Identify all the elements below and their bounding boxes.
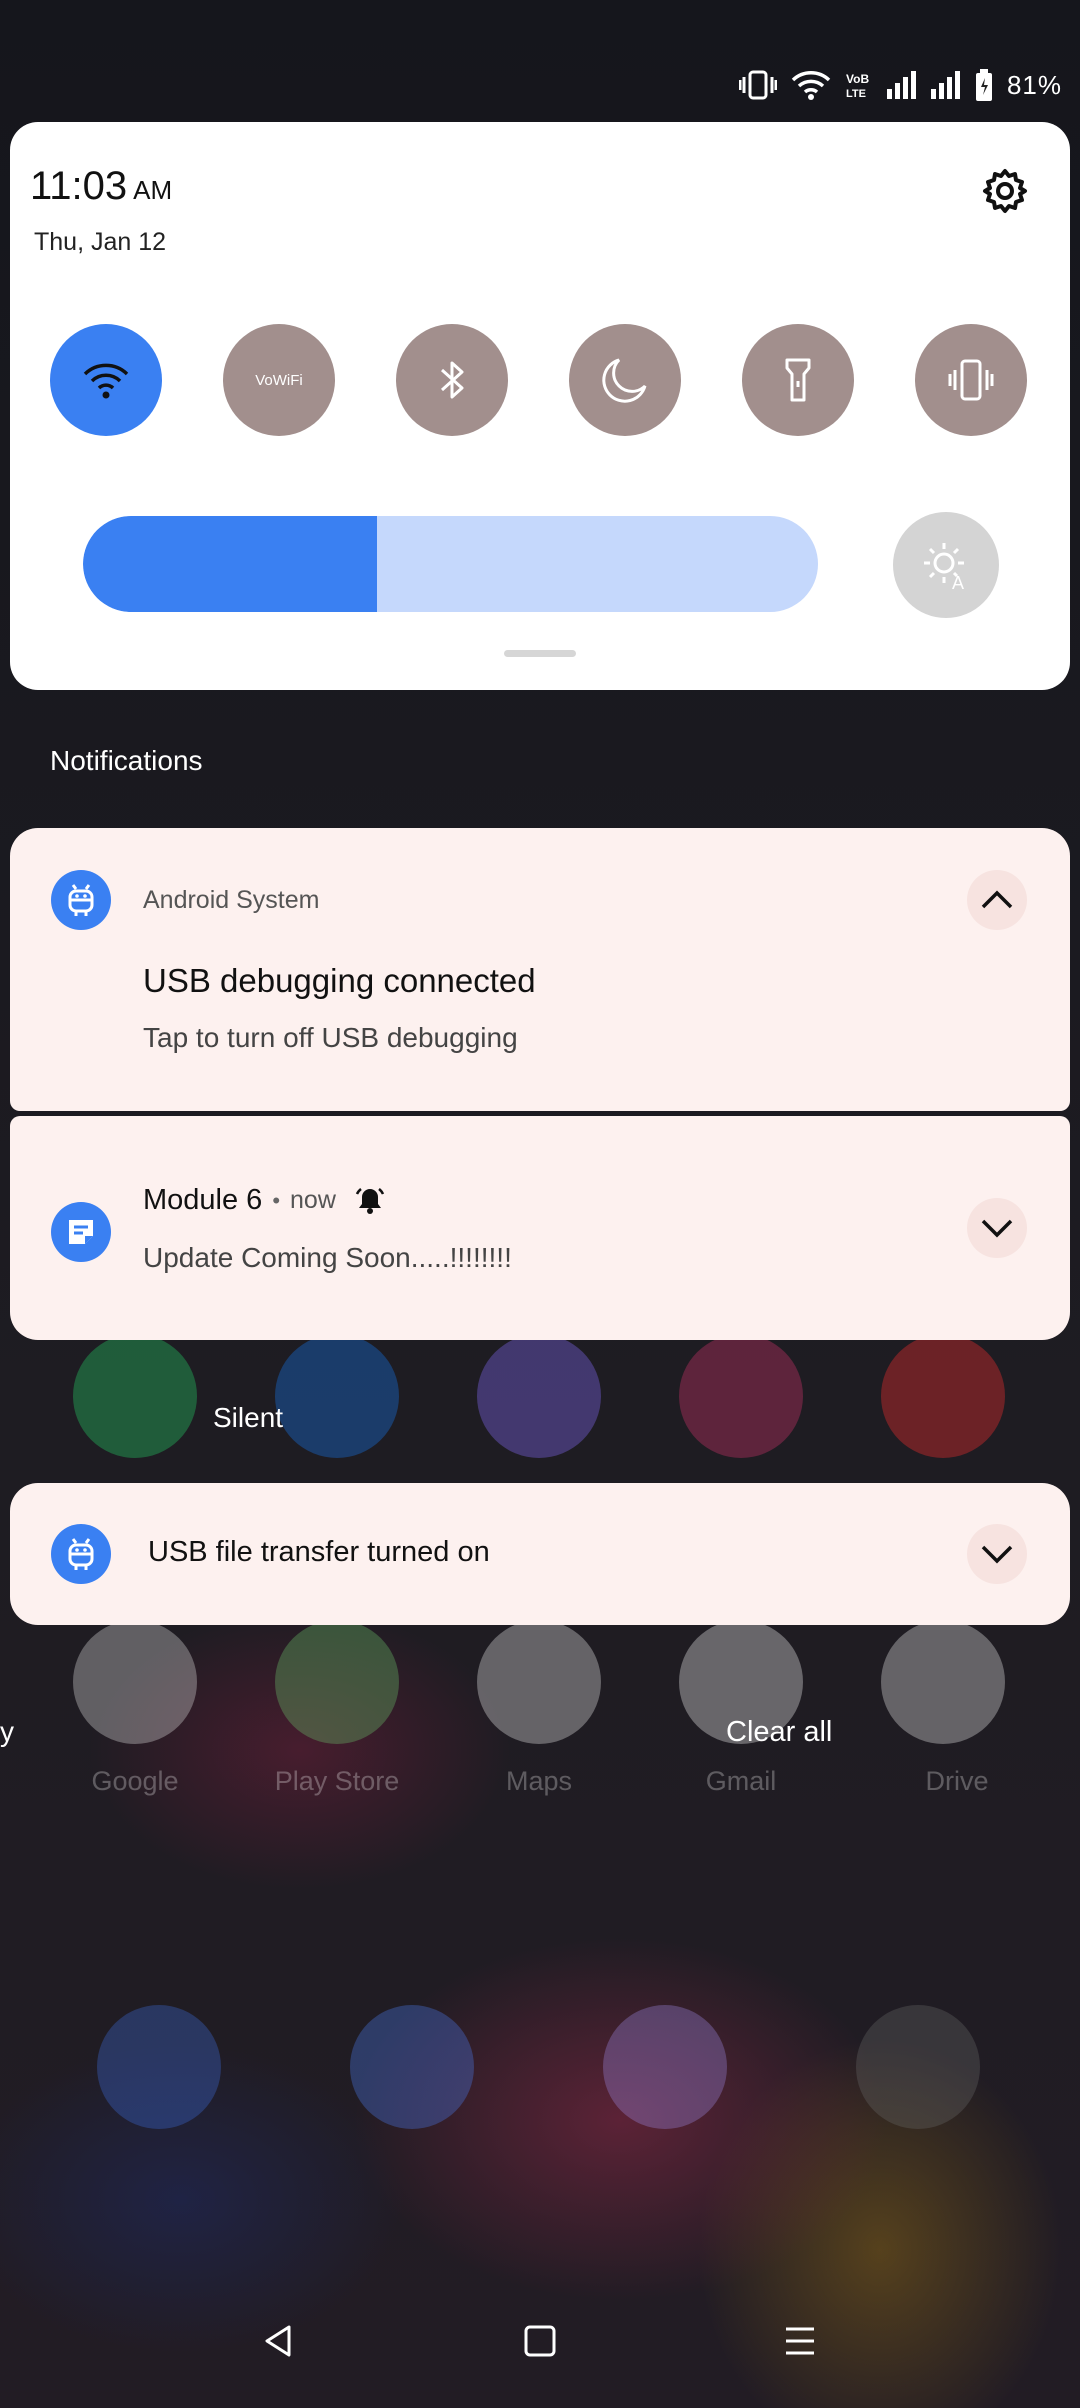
svg-text:A: A — [952, 573, 964, 591]
gear-icon — [983, 169, 1027, 213]
expand-button[interactable] — [967, 1198, 1027, 1258]
brightness-fill — [83, 516, 377, 612]
clock-time: 11:03 — [30, 164, 128, 208]
notification-title: USB file transfer turned on — [148, 1536, 490, 1568]
notification-header-row: Module 6 • now — [143, 1184, 386, 1217]
brightness-slider[interactable] — [83, 516, 818, 612]
clear-all-button[interactable]: Clear all — [726, 1716, 832, 1749]
bluetooth-icon — [440, 361, 464, 399]
chevron-up-icon — [981, 890, 1013, 909]
panel-drag-handle[interactable] — [504, 650, 576, 657]
recents-button[interactable] — [775, 2316, 825, 2366]
android-system-app-icon — [51, 870, 111, 930]
moon-icon — [602, 358, 647, 403]
wifi-icon — [83, 363, 129, 399]
notification-app-name: Module 6 — [143, 1184, 263, 1216]
auto-brightness-icon: A — [924, 543, 964, 591]
whatsapp-icon — [73, 1334, 197, 1458]
android-system-app-icon — [51, 1524, 111, 1584]
clock-ampm: AM — [133, 175, 173, 205]
chevron-down-icon — [981, 1219, 1013, 1238]
tile-bluetooth[interactable] — [396, 324, 508, 436]
notification-text: Update Coming Soon.....!!!!!!!! — [143, 1242, 512, 1273]
collapse-button[interactable] — [967, 870, 1027, 930]
back-triangle-icon — [265, 2325, 291, 2357]
home-label-play-store: Play Store — [274, 1766, 400, 1796]
expand-button[interactable] — [967, 1524, 1027, 1584]
notification-time: now — [290, 1186, 336, 1214]
vibrate-icon — [738, 68, 777, 102]
settings-button[interactable] — [978, 164, 1032, 218]
notification-module-6[interactable]: Module 6 • now Update Coming Soon.....!!… — [10, 1116, 1070, 1340]
wifi-icon — [791, 69, 831, 101]
home-label-maps: Maps — [505, 1766, 573, 1796]
notification-text: Tap to turn off USB debugging — [143, 1022, 518, 1053]
notifications-header: Notifications — [50, 745, 203, 776]
separator-dot: • — [272, 1187, 281, 1213]
svg-text:VoB: VoB — [846, 72, 869, 86]
tile-vowifi[interactable]: VoWiFi — [223, 324, 335, 436]
silent-header: Silent — [213, 1402, 284, 1433]
quick-settings-panel: 11:03 AM Thu, Jan 12 VoWiFi A — [10, 122, 1070, 690]
tile-do-not-disturb[interactable] — [569, 324, 681, 436]
battery-percent: 81% — [1006, 69, 1062, 100]
chevron-down-icon — [981, 1545, 1013, 1564]
messenger-icon — [477, 1334, 601, 1458]
bell-icon — [355, 1187, 385, 1214]
notification-title: USB debugging connected — [143, 962, 536, 999]
edge-text: y — [0, 1716, 14, 1747]
phone-icon — [97, 2005, 221, 2129]
facebook-icon — [275, 1334, 399, 1458]
android-debug-icon — [68, 884, 94, 916]
clock[interactable]: 11:03 AM — [30, 164, 172, 209]
tile-vibrate[interactable] — [915, 324, 1027, 436]
gallery-icon — [603, 2005, 727, 2129]
vibrate-icon — [948, 359, 994, 401]
camera-icon — [856, 2005, 980, 2129]
home-label-google: Google — [91, 1766, 179, 1796]
notification-usb-debugging[interactable]: Android System USB debugging connected T… — [10, 828, 1070, 1111]
navigation-bar — [0, 2300, 1080, 2380]
back-button[interactable] — [253, 2316, 303, 2366]
flashlight-icon — [785, 358, 811, 402]
android-debug-icon — [68, 1538, 94, 1570]
signal-icon — [886, 71, 917, 99]
tile-wifi[interactable] — [50, 324, 162, 436]
instagram-icon — [679, 1334, 803, 1458]
volte-icon: VoB LTE — [845, 70, 873, 100]
tile-flashlight[interactable] — [742, 324, 854, 436]
auto-brightness-button[interactable]: A — [893, 512, 999, 618]
home-label-drive: Drive — [925, 1766, 989, 1796]
home-square-icon — [524, 2325, 556, 2357]
google-folder-icon — [73, 1620, 197, 1744]
tile-vowifi-label: VoWiFi — [255, 371, 303, 389]
signal-icon — [930, 71, 961, 99]
note-icon — [69, 1220, 93, 1244]
home-button[interactable] — [515, 2316, 565, 2366]
notification-usb-file-transfer[interactable]: USB file transfer turned on — [10, 1483, 1070, 1625]
drive-icon — [881, 1620, 1005, 1744]
messages-icon — [350, 2005, 474, 2129]
menu-lines-icon — [786, 2327, 814, 2355]
date: Thu, Jan 12 — [34, 228, 167, 256]
module-6-app-icon — [51, 1202, 111, 1262]
notification-app-name: Android System — [143, 886, 320, 914]
maps-icon — [477, 1620, 601, 1744]
svg-text:LTE: LTE — [846, 88, 866, 100]
youtube-icon — [881, 1334, 1005, 1458]
battery-icon — [975, 69, 993, 101]
status-bar: VoB LTE 81% — [738, 60, 1062, 110]
play-store-icon — [275, 1620, 399, 1744]
home-label-gmail: Gmail — [705, 1766, 777, 1796]
